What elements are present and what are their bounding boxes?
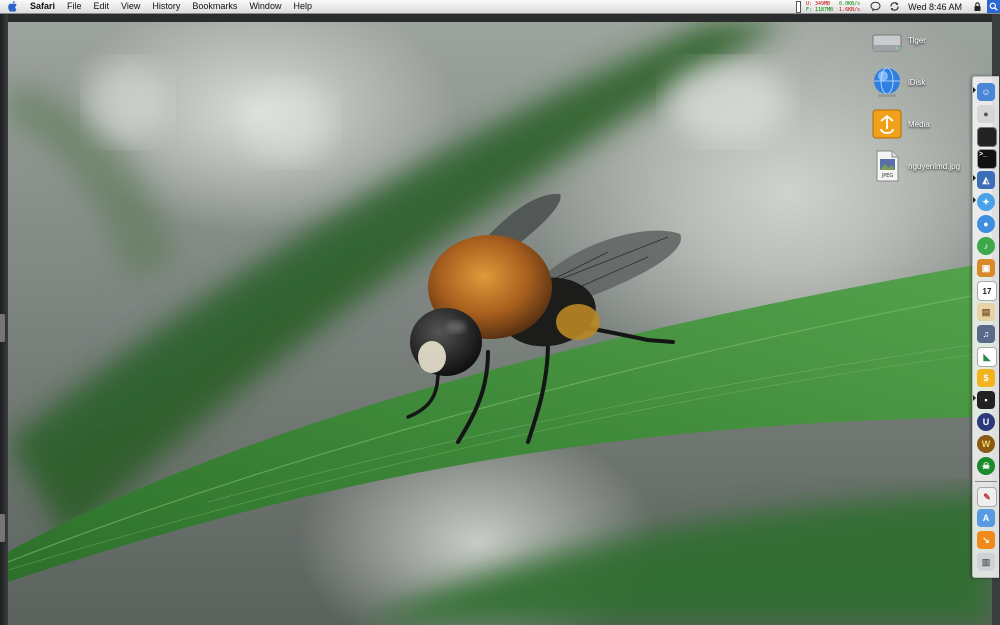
dock-running-indicator [973, 395, 976, 401]
idisk-globe-icon [870, 65, 904, 99]
dock-preview-icon[interactable]: ◭ [977, 171, 995, 189]
dock-apple-icon[interactable]: ● [977, 105, 995, 123]
volume-slider-icon[interactable] [795, 0, 801, 13]
dock-separator [975, 481, 997, 482]
ichat-status-icon[interactable] [870, 1, 881, 12]
desktop-left-edge [0, 14, 8, 625]
dock-running-indicator [973, 175, 976, 181]
spotlight-icon[interactable] [987, 0, 1000, 13]
dock-unreal-icon[interactable]: U [977, 413, 995, 431]
desktop: Tiger iDisk Media JPEG nguyenlmd.jpg ☺ ●… [0, 14, 1000, 625]
menu-file[interactable]: File [61, 0, 88, 13]
dock-ichat-icon[interactable]: ● [977, 215, 995, 233]
dock-guitar-icon[interactable]: ♫ [977, 325, 995, 343]
dock-finder-icon[interactable]: ☺ [977, 83, 995, 101]
menu-bookmarks[interactable]: Bookmarks [186, 0, 243, 13]
memory-free: F: 1187MB [805, 6, 834, 13]
jpeg-file-icon: JPEG [870, 149, 904, 183]
jpeg-badge-text: JPEG [881, 173, 894, 179]
menu-edit[interactable]: Edit [88, 0, 116, 13]
menu-bar-items: Safari File Edit View History Bookmarks … [24, 0, 318, 13]
left-edge-handle [0, 314, 5, 342]
menu-window[interactable]: Window [243, 0, 287, 13]
dock-running-indicator [973, 87, 976, 93]
dock-ebook-icon[interactable]: ▤ [977, 303, 995, 321]
dock: ☺ ● >_ ◭ ✦ ● ♪ ▣ 17 ▤ ♫ ◣ $ ▪ U W ☠ ✎ A … [972, 76, 999, 578]
wallpaper-bee-on-leaf [8, 22, 992, 625]
desktop-icon-label: Media [908, 119, 930, 129]
hard-drive-icon [870, 23, 904, 57]
desktop-icon-label: Tiger [908, 35, 926, 45]
desktop-icon-label: nguyenlmd.jpg [908, 161, 961, 171]
desktop-top-edge [8, 14, 992, 22]
desktop-icon-nguyenlmd-jpg[interactable]: JPEG nguyenlmd.jpg [870, 146, 970, 186]
firewire-drive-icon [870, 107, 904, 141]
apple-menu-icon[interactable] [8, 1, 18, 12]
menubar-clock[interactable]: Wed 8:46 AM [908, 2, 962, 12]
dock-photo-icon[interactable]: ▣ [977, 259, 995, 277]
dock-safari-icon[interactable]: ✦ [977, 193, 995, 211]
dock-terminal-icon-2[interactable]: >_ [977, 149, 997, 169]
lock-icon[interactable] [972, 1, 983, 12]
dock-documents-icon[interactable]: ✎ [977, 487, 997, 507]
dock-dollar-icon[interactable]: $ [977, 369, 995, 387]
desktop-icon-tiger[interactable]: Tiger [870, 20, 970, 60]
dock-applications-icon[interactable]: A [977, 509, 995, 527]
left-edge-handle [0, 514, 5, 542]
dock-console-icon[interactable]: ▪ [977, 391, 995, 409]
dock-ical-icon[interactable]: 17 [977, 281, 997, 301]
desktop-icon-label: iDisk [908, 77, 926, 87]
wallpaper-illustration [8, 22, 992, 625]
network-meter[interactable]: 0.0KB/s 1.6KB/s [839, 1, 860, 13]
status-area: U: 349MB F: 1187MB 0.0KB/s 1.6KB/s Wed 8… [795, 0, 1000, 13]
menu-view[interactable]: View [115, 0, 146, 13]
dock-downloads-icon[interactable]: ↘ [977, 531, 995, 549]
desktop-icon-idisk[interactable]: iDisk [870, 62, 970, 102]
menu-help[interactable]: Help [287, 0, 318, 13]
ical-day: 17 [982, 286, 992, 296]
dock-itunes-icon[interactable]: ♪ [977, 237, 995, 255]
menubar: Safari File Edit View History Bookmarks … [0, 0, 1000, 14]
menu-app-safari[interactable]: Safari [24, 0, 61, 13]
memory-meter[interactable]: U: 349MB F: 1187MB [806, 1, 833, 13]
dock-running-indicator [973, 197, 976, 203]
sync-icon[interactable] [889, 1, 900, 12]
dock-trash-icon[interactable]: ▥ [977, 553, 995, 571]
desktop-icon-media[interactable]: Media [870, 104, 970, 144]
menu-history[interactable]: History [146, 0, 186, 13]
dock-scum-icon[interactable]: ☠ [977, 457, 995, 475]
dock-warcraft-icon[interactable]: W [977, 435, 995, 453]
dock-mail-icon[interactable]: ◣ [977, 347, 997, 367]
dock-terminal-icon[interactable] [977, 127, 997, 147]
network-out: 1.6KB/s [839, 6, 861, 13]
